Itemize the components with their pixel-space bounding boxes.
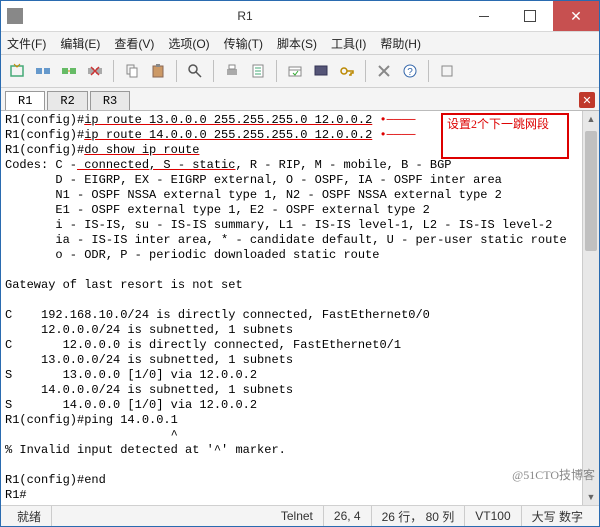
separator (113, 60, 114, 82)
menu-script[interactable]: 脚本(S) (277, 35, 317, 52)
status-term-type: VT100 (465, 506, 521, 526)
menu-file[interactable]: 文件(F) (7, 35, 46, 52)
menu-help[interactable]: 帮助(H) (380, 35, 421, 52)
separator (428, 60, 429, 82)
copy-icon[interactable] (122, 61, 142, 81)
window-title: R1 (29, 9, 461, 23)
status-size: 26 行， 80 列 (372, 506, 466, 526)
menu-edit[interactable]: 编辑(E) (60, 35, 100, 52)
svg-text:?: ? (407, 67, 413, 78)
menu-view[interactable]: 查看(V) (114, 35, 154, 52)
status-caps: 大写 数字 (522, 506, 593, 526)
status-bar: 就绪 Telnet 26, 4 26 行， 80 列 VT100 大写 数字 (1, 505, 599, 526)
vertical-scrollbar[interactable]: ▲ ▼ (582, 111, 599, 505)
status-ready: 就绪 (7, 506, 52, 526)
reconnect-icon[interactable] (59, 61, 79, 81)
separator (365, 60, 366, 82)
screen-icon[interactable] (311, 61, 331, 81)
scroll-thumb[interactable] (585, 131, 597, 251)
tab-r2[interactable]: R2 (47, 91, 87, 110)
menu-bar: 文件(F) 编辑(E) 查看(V) 选项(O) 传输(T) 脚本(S) 工具(I… (1, 32, 599, 55)
maximize-button[interactable] (507, 1, 553, 31)
find-icon[interactable] (185, 61, 205, 81)
menu-tools[interactable]: 工具(I) (331, 35, 366, 52)
options-icon[interactable] (285, 61, 305, 81)
app-icon (7, 8, 23, 24)
separator (276, 60, 277, 82)
menu-transfer[interactable]: 传输(T) (224, 35, 263, 52)
status-connection: Telnet (271, 506, 324, 526)
menu-options[interactable]: 选项(O) (168, 35, 209, 52)
print-icon[interactable] (222, 61, 242, 81)
scroll-up-icon[interactable]: ▲ (583, 111, 599, 127)
xmodem-icon[interactable] (374, 61, 394, 81)
close-button[interactable]: ✕ (553, 1, 599, 31)
separator (176, 60, 177, 82)
tab-strip: R1 R2 R3 ✕ (1, 88, 599, 111)
toolbar: ? (1, 55, 599, 88)
terminal-output[interactable]: R1(config)#ip route 13.0.0.0 255.255.255… (1, 111, 583, 505)
tab-r1[interactable]: R1 (5, 91, 45, 110)
help-icon[interactable]: ? (400, 61, 420, 81)
scroll-down-icon[interactable]: ▼ (583, 489, 599, 505)
toggle-icon[interactable] (437, 61, 457, 81)
key-icon[interactable] (337, 61, 357, 81)
paste-icon[interactable] (148, 61, 168, 81)
connect-icon[interactable] (33, 61, 53, 81)
separator (213, 60, 214, 82)
tab-r3[interactable]: R3 (90, 91, 130, 110)
annotation-callout: 设置2个下一跳网段 (441, 113, 569, 159)
properties-icon[interactable] (248, 61, 268, 81)
new-session-icon[interactable] (7, 61, 27, 81)
disconnect-icon[interactable] (85, 61, 105, 81)
tab-close-icon[interactable]: ✕ (579, 92, 595, 108)
status-cursor-pos: 26, 4 (324, 506, 372, 526)
title-bar: R1 ✕ (1, 1, 599, 32)
minimize-button[interactable] (461, 1, 507, 31)
